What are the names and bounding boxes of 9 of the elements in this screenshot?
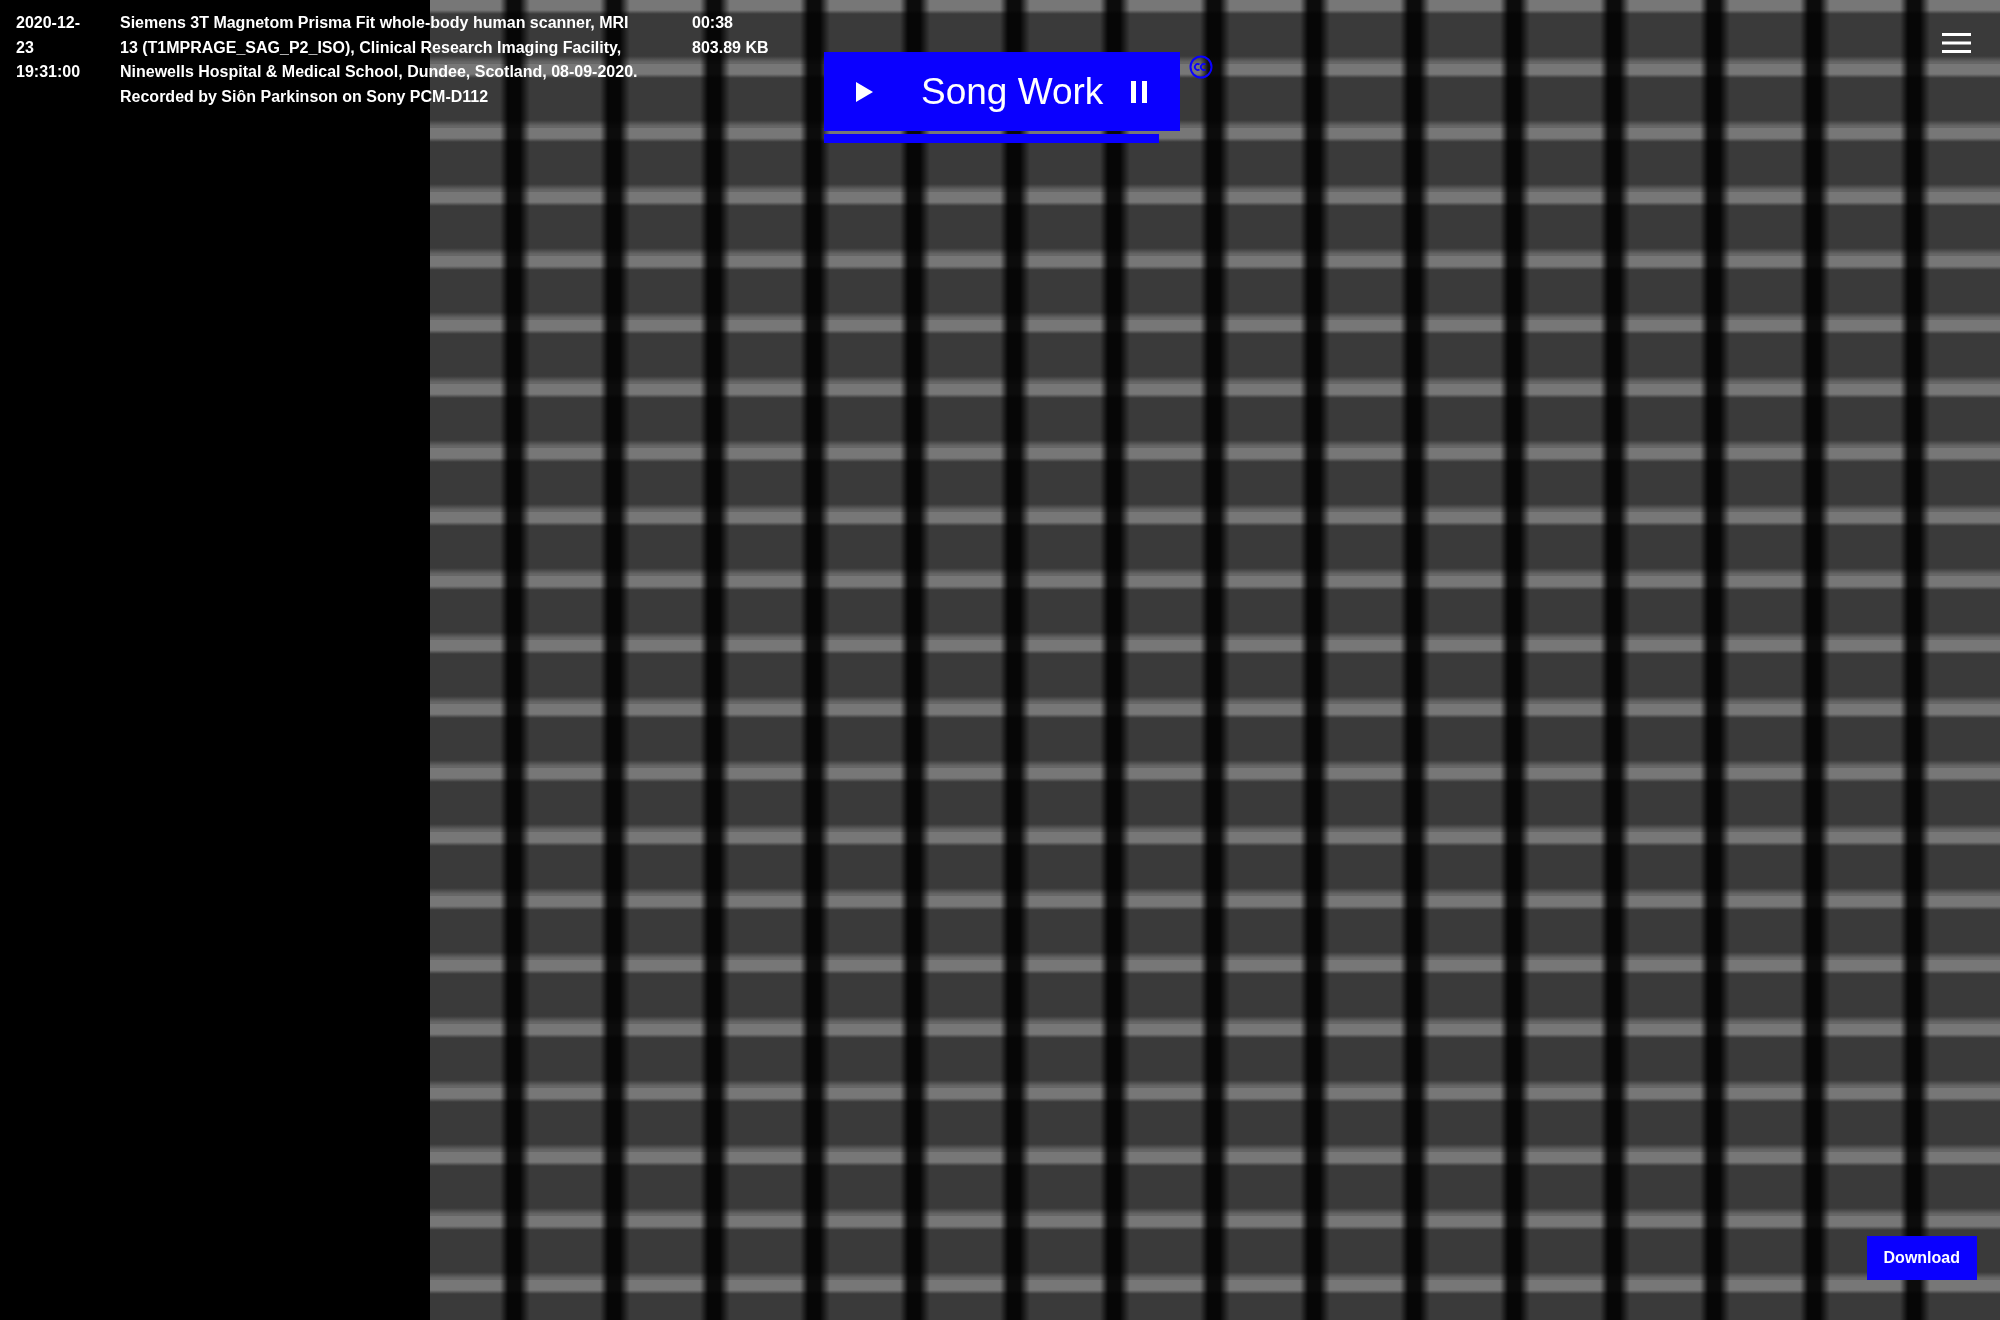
file-size: 803.89 KB (692, 37, 769, 58)
recording-date: 2020-12-23 19:31:00 (16, 13, 82, 82)
menu-icon[interactable] (1942, 32, 1971, 54)
download-button[interactable]: Download (1866, 1236, 1977, 1280)
cc-license-icon[interactable] (1189, 55, 1213, 79)
pause-icon[interactable] (1131, 80, 1147, 103)
duration: 00:38 (692, 13, 734, 33)
play-icon[interactable] (856, 81, 873, 102)
track-title: Song Work (921, 70, 1105, 113)
